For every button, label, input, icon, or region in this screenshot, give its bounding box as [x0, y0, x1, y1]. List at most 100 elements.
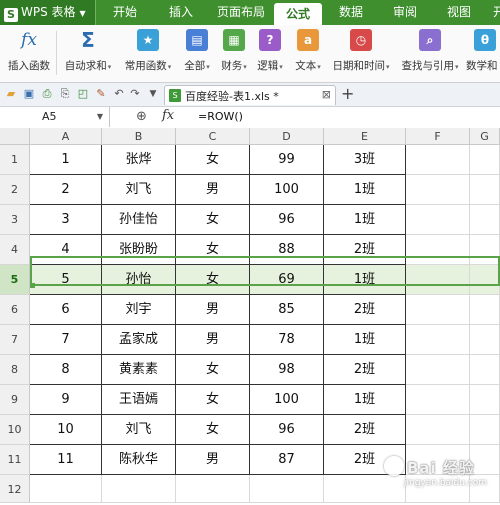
- cell[interactable]: 刘飞: [102, 415, 176, 445]
- cell[interactable]: 1班: [324, 325, 406, 355]
- cell[interactable]: [406, 415, 470, 445]
- column-header-b[interactable]: B: [102, 128, 176, 145]
- customize-chevron-icon[interactable]: ▼: [146, 87, 160, 101]
- cell[interactable]: [470, 145, 500, 175]
- column-header-c[interactable]: C: [176, 128, 250, 145]
- cell[interactable]: 5: [30, 265, 102, 295]
- column-header-g[interactable]: G: [470, 128, 500, 145]
- cell[interactable]: [250, 475, 324, 503]
- cell[interactable]: 女: [176, 385, 250, 415]
- autosum-button[interactable]: Σ 自动求和▾: [62, 29, 114, 73]
- row-header[interactable]: 7: [0, 325, 30, 355]
- cell[interactable]: 3: [30, 205, 102, 235]
- cell[interactable]: 78: [250, 325, 324, 355]
- menu-tab-5[interactable]: 数据: [330, 0, 372, 25]
- cell[interactable]: 男: [176, 445, 250, 475]
- save-icon[interactable]: ▣: [22, 87, 36, 101]
- cell[interactable]: 男: [176, 295, 250, 325]
- cell[interactable]: 2班: [324, 235, 406, 265]
- open-folder-icon[interactable]: ▰: [4, 87, 18, 101]
- cell[interactable]: [406, 265, 470, 295]
- cell[interactable]: [406, 355, 470, 385]
- cell[interactable]: 99: [250, 145, 324, 175]
- undo-icon[interactable]: ↶: [112, 87, 126, 101]
- cell[interactable]: 张烨: [102, 145, 176, 175]
- app-menu-button[interactable]: S WPS 表格 ▼: [0, 0, 96, 25]
- all-functions-button[interactable]: ▤ 全部▾: [180, 29, 214, 73]
- cell[interactable]: 女: [176, 265, 250, 295]
- cell[interactable]: [406, 325, 470, 355]
- cell[interactable]: [470, 415, 500, 445]
- menu-tab-3[interactable]: 页面布局: [210, 0, 272, 25]
- cell[interactable]: 女: [176, 145, 250, 175]
- zoom-icon[interactable]: ⊕: [136, 109, 147, 124]
- cell[interactable]: 女: [176, 415, 250, 445]
- cell[interactable]: 9: [30, 385, 102, 415]
- file-tab[interactable]: S 百度经验-表1.xls * ⊠: [164, 85, 336, 105]
- cell[interactable]: 3班: [324, 145, 406, 175]
- cell[interactable]: 96: [250, 205, 324, 235]
- cell[interactable]: [102, 475, 176, 503]
- cell[interactable]: [470, 295, 500, 325]
- row-header[interactable]: 5: [0, 265, 30, 295]
- cell[interactable]: [470, 325, 500, 355]
- cell[interactable]: 张盼盼: [102, 235, 176, 265]
- cell[interactable]: 6: [30, 295, 102, 325]
- cell[interactable]: 100: [250, 175, 324, 205]
- column-header-f[interactable]: F: [406, 128, 470, 145]
- row-header[interactable]: 1: [0, 145, 30, 175]
- cell[interactable]: 2班: [324, 355, 406, 385]
- row-header[interactable]: 10: [0, 415, 30, 445]
- cell[interactable]: 1班: [324, 175, 406, 205]
- menu-tab-7[interactable]: 视图: [438, 0, 480, 25]
- row-header[interactable]: 3: [0, 205, 30, 235]
- print-icon[interactable]: ⎘: [58, 87, 72, 101]
- row-header[interactable]: 11: [0, 445, 30, 475]
- column-header-d[interactable]: D: [250, 128, 324, 145]
- menu-tab-2[interactable]: 插入: [160, 0, 202, 25]
- lookup-functions-button[interactable]: ⌕ 查找与引用▾: [398, 29, 462, 73]
- cell[interactable]: [470, 265, 500, 295]
- cell[interactable]: [176, 475, 250, 503]
- column-header-e[interactable]: E: [324, 128, 406, 145]
- cell[interactable]: 1班: [324, 265, 406, 295]
- cell[interactable]: 87: [250, 445, 324, 475]
- finance-functions-button[interactable]: ▦ 财务▾: [218, 29, 250, 73]
- row-header[interactable]: 4: [0, 235, 30, 265]
- cell[interactable]: 黄素素: [102, 355, 176, 385]
- cell[interactable]: 98: [250, 355, 324, 385]
- datetime-functions-button[interactable]: ◷ 日期和时间▾: [330, 29, 392, 73]
- cell[interactable]: 女: [176, 235, 250, 265]
- cell[interactable]: 96: [250, 415, 324, 445]
- row-header[interactable]: 8: [0, 355, 30, 385]
- cell[interactable]: [406, 385, 470, 415]
- cell[interactable]: 男: [176, 325, 250, 355]
- cell[interactable]: [406, 175, 470, 205]
- text-functions-button[interactable]: a 文本▾: [292, 29, 324, 73]
- name-box[interactable]: A5 ▼: [0, 107, 110, 127]
- formula-input[interactable]: =ROW(): [198, 110, 243, 123]
- export-icon[interactable]: ⎙: [40, 87, 54, 101]
- cell[interactable]: [470, 235, 500, 265]
- cell[interactable]: 85: [250, 295, 324, 325]
- cell[interactable]: 女: [176, 355, 250, 385]
- cell[interactable]: 10: [30, 415, 102, 445]
- cell[interactable]: [30, 475, 102, 503]
- cell[interactable]: 2班: [324, 295, 406, 325]
- menu-tab-4[interactable]: 公式: [274, 3, 322, 25]
- print-preview-icon[interactable]: ◰: [76, 87, 90, 101]
- cell[interactable]: 1班: [324, 385, 406, 415]
- insert-function-button[interactable]: fx 插入函数: [6, 29, 52, 73]
- cell[interactable]: 女: [176, 205, 250, 235]
- format-painter-icon[interactable]: ✎: [94, 87, 108, 101]
- cell[interactable]: 孙佳怡: [102, 205, 176, 235]
- cell[interactable]: [406, 235, 470, 265]
- menu-tab-6[interactable]: 审阅: [384, 0, 426, 25]
- menu-tab-8[interactable]: 开: [484, 0, 500, 25]
- cell[interactable]: 陈秋华: [102, 445, 176, 475]
- add-tab-icon[interactable]: +: [341, 84, 354, 103]
- redo-icon[interactable]: ↷: [128, 87, 142, 101]
- cell[interactable]: 11: [30, 445, 102, 475]
- logic-functions-button[interactable]: ? 逻辑▾: [254, 29, 286, 73]
- insert-function-fx-icon[interactable]: fx: [162, 108, 174, 123]
